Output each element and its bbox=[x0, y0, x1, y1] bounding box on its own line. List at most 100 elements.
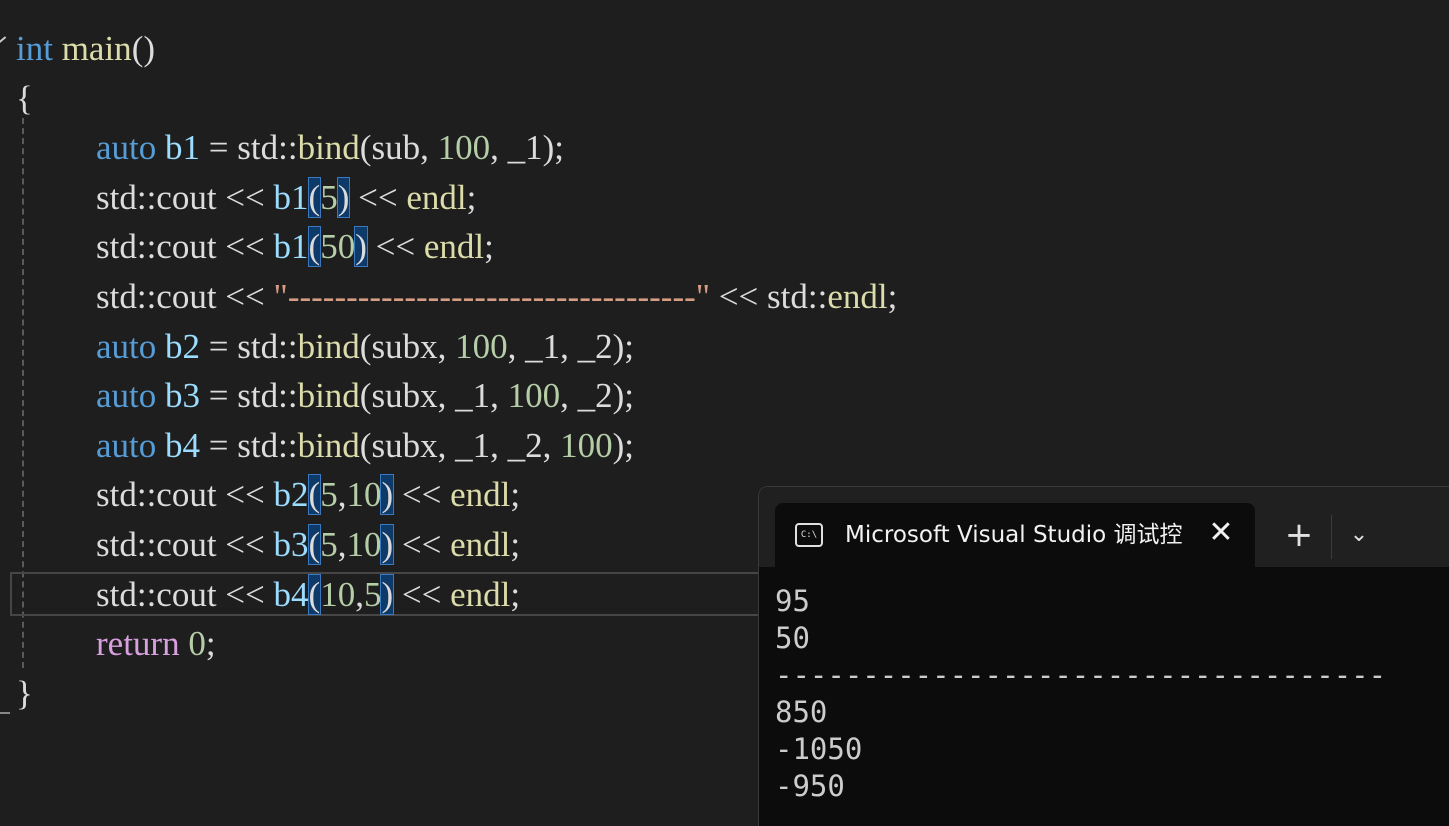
code-token: b1 bbox=[273, 227, 309, 267]
code-token: b4 bbox=[165, 425, 201, 465]
code-line[interactable]: std::cout << b3(5,10) << endl; bbox=[96, 520, 520, 570]
output-line: 850 bbox=[775, 695, 828, 729]
code-line[interactable]: return 0; bbox=[96, 619, 216, 669]
code-token: ; bbox=[510, 475, 521, 515]
code-token: (subx, _1, bbox=[359, 376, 508, 416]
code-token: 100 bbox=[455, 326, 508, 366]
code-token: 10 bbox=[320, 574, 356, 614]
code-line[interactable]: int main() bbox=[16, 24, 155, 74]
terminal-tab[interactable]: C:\ Microsoft Visual Studio 调试控 ✕ bbox=[775, 503, 1255, 567]
code-token: endl bbox=[450, 525, 511, 564]
code-token: ) bbox=[380, 573, 395, 615]
code-token: auto bbox=[96, 326, 157, 366]
code-token: bind bbox=[297, 326, 360, 366]
code-token: ); bbox=[612, 425, 634, 465]
code-line[interactable]: auto b4 = std::bind(subx, _1, _2, 100); bbox=[96, 421, 634, 471]
code-token: b2 bbox=[165, 326, 201, 366]
code-token: b3 bbox=[273, 525, 309, 564]
new-tab-button[interactable]: + bbox=[1279, 515, 1319, 555]
code-token: ; bbox=[510, 574, 521, 614]
code-token: ( bbox=[307, 176, 322, 218]
code-token: b4 bbox=[273, 574, 309, 614]
code-token: , _1); bbox=[490, 128, 564, 168]
code-token: "-----------------------------------" bbox=[273, 277, 711, 316]
code-token: 100 bbox=[507, 376, 561, 416]
code-token: , bbox=[355, 574, 364, 614]
code-token: 5 bbox=[363, 574, 382, 614]
code-line[interactable]: auto b2 = std::bind(subx, 100, _1, _2); bbox=[96, 322, 634, 372]
terminal-titlebar[interactable]: C:\ Microsoft Visual Studio 调试控 ✕ + ⌄ bbox=[759, 487, 1449, 567]
code-token: << bbox=[393, 525, 451, 564]
code-line[interactable]: } bbox=[16, 669, 33, 719]
code-token: = std:: bbox=[200, 376, 298, 416]
code-token: (subx, bbox=[359, 326, 456, 366]
code-token: auto bbox=[96, 376, 157, 416]
code-token: 100 bbox=[437, 128, 491, 168]
code-token: 10 bbox=[346, 475, 382, 515]
code-token: (subx, _1, _2, bbox=[359, 425, 561, 465]
code-token: << std:: bbox=[710, 277, 828, 316]
code-token: { bbox=[16, 78, 33, 118]
code-token: std::cout << bbox=[96, 574, 274, 614]
code-token: std::cout << bbox=[96, 525, 274, 564]
code-token: () bbox=[131, 29, 155, 68]
code-token: ; bbox=[484, 227, 494, 267]
code-token: 10 bbox=[346, 525, 382, 564]
code-line[interactable]: std::cout << b1(50) << endl; bbox=[96, 222, 494, 272]
code-line[interactable]: { bbox=[16, 74, 33, 124]
collapse-toggle-icon[interactable] bbox=[0, 36, 13, 52]
terminal-output[interactable]: 95 50 ----------------------------------… bbox=[775, 583, 1449, 805]
code-line[interactable]: std::cout << b1(5) << endl; bbox=[96, 173, 476, 223]
close-icon[interactable]: ✕ bbox=[1203, 515, 1239, 551]
code-token: std::cout << bbox=[96, 227, 274, 267]
code-token: ) bbox=[336, 176, 351, 218]
code-token: ( bbox=[307, 226, 322, 268]
console-icon: C:\ bbox=[795, 523, 823, 547]
debug-console-window[interactable]: C:\ Microsoft Visual Studio 调试控 ✕ + ⌄ 95… bbox=[758, 486, 1449, 826]
code-token: , _1, _2); bbox=[507, 326, 634, 366]
code-line[interactable]: std::cout << "--------------------------… bbox=[96, 272, 897, 322]
code-token: ) bbox=[380, 474, 395, 516]
output-line: -950 bbox=[775, 769, 845, 803]
code-token: b1 bbox=[273, 177, 309, 217]
code-token: = std:: bbox=[200, 425, 298, 465]
code-token: 0 bbox=[188, 624, 206, 664]
fold-end-marker bbox=[0, 712, 10, 714]
code-token: ( bbox=[307, 474, 322, 516]
code-token: ; bbox=[887, 277, 898, 316]
code-token: endl bbox=[423, 227, 485, 267]
code-token: 50 bbox=[320, 227, 356, 267]
code-token: ) bbox=[354, 226, 368, 268]
code-token: ; bbox=[466, 177, 477, 217]
output-line: -1050 bbox=[775, 732, 863, 766]
code-token: b2 bbox=[273, 475, 309, 515]
code-token: 5 bbox=[320, 177, 338, 217]
code-line[interactable]: std::cout << b4(10,5) << endl; bbox=[96, 570, 520, 620]
code-token: std::cout << bbox=[96, 177, 274, 217]
code-token: b3 bbox=[165, 376, 201, 416]
code-line[interactable]: auto b1 = std::bind(sub, 100, _1); bbox=[96, 123, 564, 173]
code-token: } bbox=[16, 673, 33, 713]
code-line[interactable]: auto b3 = std::bind(subx, _1, 100, _2); bbox=[96, 371, 634, 421]
code-token: main bbox=[61, 29, 132, 68]
code-token: , _2); bbox=[560, 376, 634, 416]
code-token: ( bbox=[307, 573, 322, 615]
code-token: bind bbox=[297, 376, 360, 416]
code-token: auto bbox=[96, 425, 157, 465]
code-token: std::cout << bbox=[96, 475, 274, 515]
code-token: auto bbox=[96, 128, 157, 168]
code-token: ; bbox=[205, 624, 216, 664]
code-token: endl bbox=[450, 475, 511, 515]
code-token: = std:: bbox=[200, 326, 298, 366]
chevron-down-icon[interactable]: ⌄ bbox=[1339, 515, 1379, 555]
code-token: 5 bbox=[320, 525, 338, 564]
code-line[interactable]: std::cout << b2(5,10) << endl; bbox=[96, 470, 520, 520]
code-token: ( bbox=[307, 524, 322, 565]
code-token: << bbox=[349, 177, 407, 217]
code-token: endl bbox=[450, 574, 511, 614]
